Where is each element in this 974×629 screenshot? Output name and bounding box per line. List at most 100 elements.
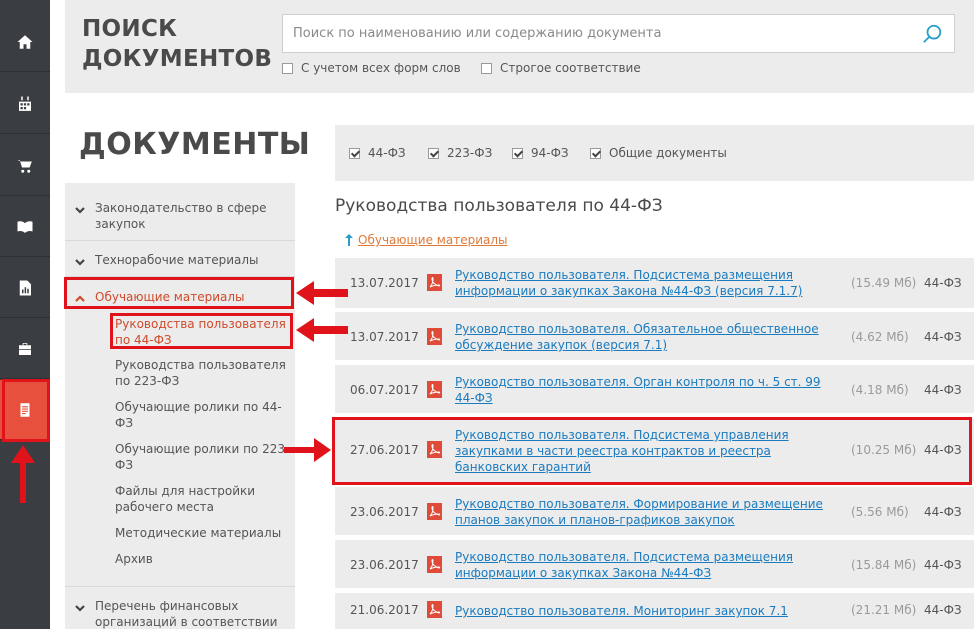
doc-size: (5.56 Мб) (851, 505, 909, 519)
filter-94-checkbox[interactable] (512, 147, 523, 159)
filter-label: 94-ФЗ (531, 146, 569, 160)
filter-94[interactable]: 94-ФЗ (512, 146, 569, 160)
rail-calendar[interactable] (0, 74, 50, 134)
briefcase-icon (19, 342, 31, 355)
doc-law: 44-ФЗ (924, 603, 962, 617)
filter-label: 44-ФЗ (368, 146, 406, 160)
sub-item-videos-44[interactable]: Обучающие ролики по 44-ФЗ (115, 399, 290, 431)
rail-cart[interactable] (0, 136, 50, 196)
highlight-rail-documents (2, 379, 50, 442)
doc-date: 06.07.2017 (350, 383, 419, 397)
back-link-label: Обучающие материалы (358, 233, 508, 247)
option-strict-checkbox[interactable] (481, 62, 492, 74)
nav-item-label: Перечень финансовых организаций в соотве… (95, 599, 278, 629)
pdf-icon (427, 328, 442, 345)
nav-divider (65, 586, 295, 587)
doc-law: 44-ФЗ (924, 505, 962, 519)
doc-date: 23.06.2017 (350, 558, 419, 572)
chevron-down-icon (75, 601, 85, 612)
pdf-icon (427, 503, 442, 520)
highlight-guides-44 (110, 313, 293, 349)
filter-44[interactable]: 44-ФЗ (349, 146, 406, 160)
sub-item-workplace-files[interactable]: Файлы для настройки рабочего места (115, 483, 290, 515)
sub-item-methodical[interactable]: Методические материалы (115, 525, 290, 541)
sub-item-guides-223[interactable]: Руководства пользователя по 223-ФЗ (115, 357, 290, 389)
search-icon (923, 24, 942, 43)
option-all-forms-label: С учетом всех форм слов (301, 61, 461, 75)
filter-44-checkbox[interactable] (349, 147, 360, 159)
nav-divider (65, 240, 295, 241)
search-input[interactable] (283, 15, 903, 52)
page-title-line2: ДОКУМЕНТОВ (82, 46, 273, 72)
nav-item-label: Технорабочие материалы (95, 253, 259, 267)
table-row: 21.06.2017 Руководство пользователя. Мон… (335, 593, 974, 629)
rail-home[interactable] (0, 12, 50, 72)
pdf-icon (427, 274, 442, 291)
option-strict[interactable]: Строгое соответствие (481, 61, 641, 75)
doc-link[interactable]: Руководство пользователя. Подсистема раз… (455, 549, 840, 581)
option-all-forms-checkbox[interactable] (282, 62, 293, 74)
table-row: 06.07.2017 Руководство пользователя. Орг… (335, 365, 974, 413)
doc-date: 23.06.2017 (350, 505, 419, 519)
doc-date: 13.07.2017 (350, 330, 419, 344)
highlight-training-materials (64, 277, 294, 309)
doc-law: 44-ФЗ (924, 383, 962, 397)
rail-briefcase[interactable] (0, 319, 50, 379)
documents-title: ДОКУМЕНТЫ (79, 127, 311, 162)
filter-common-checkbox[interactable] (590, 147, 601, 159)
search-button[interactable] (922, 23, 944, 45)
left-rail (0, 0, 50, 629)
nav-item-financial-orgs[interactable]: Перечень финансовых организаций в соотве… (65, 598, 295, 629)
section-title: Руководства пользователя по 44-ФЗ (335, 196, 663, 216)
arrow-left-icon (296, 318, 348, 342)
filter-223-checkbox[interactable] (428, 147, 439, 159)
report-icon (19, 280, 31, 295)
doc-size: (15.84 Мб) (851, 558, 917, 572)
arrow-up-left-icon (345, 234, 353, 246)
doc-link[interactable]: Руководство пользователя. Формирование и… (455, 496, 840, 528)
doc-law: 44-ФЗ (924, 276, 962, 290)
home-icon (17, 34, 33, 49)
doc-link[interactable]: Руководство пользователя. Подсистема раз… (455, 267, 840, 299)
doc-link[interactable]: Руководство пользователя. Орган контроля… (455, 374, 840, 406)
nav-item-tech-materials[interactable]: Технорабочие материалы (65, 252, 295, 268)
rail-report[interactable] (0, 258, 50, 318)
doc-date: 13.07.2017 (350, 276, 419, 290)
arrow-right-icon (284, 438, 331, 462)
filter-label: Общие документы (609, 146, 727, 160)
doc-law: 44-ФЗ (924, 558, 962, 572)
page-title: ПОИСК ДОКУМЕНТОВ (82, 14, 272, 74)
table-row: 13.07.2017 Руководство пользователя. Под… (335, 258, 974, 308)
doc-link[interactable]: Руководство пользователя. Обязательное о… (455, 321, 840, 353)
calendar-icon (19, 96, 31, 111)
book-icon (17, 220, 33, 233)
filter-223[interactable]: 223-ФЗ (428, 146, 492, 160)
highlight-document-row (332, 417, 972, 485)
doc-link[interactable]: Руководство пользователя. Мониторинг зак… (455, 603, 840, 619)
option-strict-label: Строгое соответствие (500, 61, 641, 75)
doc-size: (21.21 Мб) (851, 603, 917, 617)
chevron-down-icon (75, 203, 85, 214)
table-row: 23.06.2017 Руководство пользователя. Под… (335, 540, 974, 588)
pdf-icon (427, 601, 442, 618)
sub-item-videos-223[interactable]: Обучающие ролики по 223-ФЗ (115, 441, 290, 473)
search-box (282, 14, 955, 53)
doc-law: 44-ФЗ (924, 330, 962, 344)
table-row: 23.06.2017 Руководство пользователя. Фор… (335, 487, 974, 535)
page-title-line1: ПОИСК (82, 16, 178, 42)
arrow-up-icon (11, 445, 35, 503)
cart-icon (17, 159, 32, 173)
sub-item-archive[interactable]: Архив (115, 551, 290, 567)
pdf-icon (427, 556, 442, 573)
arrow-left-icon (296, 281, 348, 305)
documents-nav: Законодательство в сфере закупок Технора… (65, 183, 295, 629)
table-row: 13.07.2017 Руководство пользователя. Обя… (335, 312, 974, 360)
doc-date: 21.06.2017 (350, 603, 419, 617)
rail-book[interactable] (0, 197, 50, 257)
option-all-forms[interactable]: С учетом всех форм слов (282, 61, 461, 75)
doc-size: (15.49 Мб) (851, 276, 917, 290)
back-link[interactable]: Обучающие материалы (344, 233, 507, 247)
filter-common[interactable]: Общие документы (590, 146, 727, 160)
doc-size: (4.62 Мб) (851, 330, 909, 344)
nav-item-legislation[interactable]: Законодательство в сфере закупок (65, 200, 295, 232)
